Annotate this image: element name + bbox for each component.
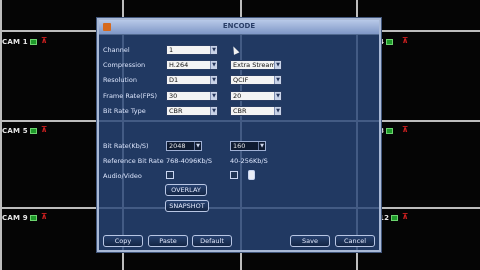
- channel-label: Channel: [103, 46, 130, 54]
- audiovideo-main-checkbox[interactable]: [166, 171, 174, 179]
- compression-select[interactable]: H.264 ▼: [166, 60, 218, 70]
- camera-label: CAM 1: [2, 38, 37, 46]
- record-icon: [29, 215, 37, 221]
- record-icon: [391, 215, 399, 221]
- refbitrate-extra-value: 40-256Kb/S: [230, 157, 268, 165]
- dialog-title: ENCODE: [222, 22, 256, 30]
- alarm-icon: ⊼: [402, 36, 409, 45]
- stream-select[interactable]: Extra Stream1 ▼: [230, 60, 282, 70]
- bitrate-label: Bit Rate(Kb/S): [103, 142, 149, 150]
- record-icon: [29, 39, 37, 45]
- alarm-icon: ⊼: [402, 212, 409, 221]
- chevron-down-icon: ▼: [210, 61, 217, 69]
- encode-dialog: ENCODE Channel 1 ▼ Compression H.264 ▼ Ext…: [97, 18, 381, 252]
- bitratetype-extra-select[interactable]: CBR ▼: [230, 106, 282, 116]
- record-icon: [386, 128, 394, 134]
- bitrate-extra-select[interactable]: 160 ▼: [230, 141, 266, 151]
- resolution-extra-select[interactable]: QCIF ▼: [230, 75, 282, 85]
- bitratetype-main-select[interactable]: CBR ▼: [166, 106, 218, 116]
- resolution-main-select[interactable]: D1 ▼: [166, 75, 218, 85]
- camera-label: 8: [379, 127, 394, 135]
- bitrate-main-select[interactable]: 2048 ▼: [166, 141, 202, 151]
- paste-button[interactable]: Paste: [148, 235, 188, 247]
- chevron-down-icon: ▼: [258, 142, 265, 150]
- alarm-icon: ⊼: [402, 125, 409, 134]
- dialog-titlebar: ENCODE: [99, 20, 379, 35]
- chevron-down-icon: ▼: [194, 142, 201, 150]
- chevron-down-icon: ▼: [274, 92, 281, 100]
- framerate-label: Frame Rate(FPS): [103, 92, 158, 100]
- alarm-icon: ⊼: [41, 212, 48, 221]
- save-button[interactable]: Save: [290, 235, 330, 247]
- chevron-down-icon: ▼: [210, 92, 217, 100]
- channel-select[interactable]: 1 ▼: [166, 45, 218, 55]
- audiovideo-extra-checkbox[interactable]: [230, 171, 238, 179]
- camera-label: CAM 5: [2, 127, 37, 135]
- framerate-extra-select[interactable]: 20 ▼: [230, 91, 282, 101]
- record-icon: [29, 128, 37, 134]
- chevron-down-icon: ▼: [210, 76, 217, 84]
- default-button[interactable]: Default: [192, 235, 232, 247]
- compression-label: Compression: [103, 61, 146, 69]
- camera-label: 12: [379, 214, 399, 222]
- cancel-button[interactable]: Cancel: [335, 235, 375, 247]
- chevron-down-icon: ▼: [210, 107, 217, 115]
- framerate-main-select[interactable]: 30 ▼: [166, 91, 218, 101]
- resolution-label: Resolution: [103, 76, 137, 84]
- audiovideo-label: Audio/Video: [103, 172, 142, 180]
- camera-label: 4: [379, 38, 394, 46]
- chevron-down-icon: ▼: [274, 107, 281, 115]
- audiovideo-extra-toggle[interactable]: [248, 170, 255, 180]
- chevron-down-icon: ▼: [274, 76, 281, 84]
- chevron-down-icon: ▼: [210, 46, 217, 54]
- chevron-down-icon: ▼: [274, 61, 281, 69]
- bitratetype-label: Bit Rate Type: [103, 107, 146, 115]
- refbitrate-main-value: 768-4096Kb/S: [166, 157, 212, 165]
- refbitrate-label: Reference Bit Rate: [103, 157, 164, 165]
- alarm-icon: ⊼: [41, 36, 48, 45]
- camera-label: CAM 9: [2, 214, 37, 222]
- copy-button[interactable]: Copy: [103, 235, 143, 247]
- overlay-button[interactable]: OVERLAY: [165, 184, 207, 196]
- alarm-icon: ⊼: [41, 125, 48, 134]
- snapshot-button[interactable]: SNAPSHOT: [165, 200, 209, 212]
- record-icon: [386, 39, 394, 45]
